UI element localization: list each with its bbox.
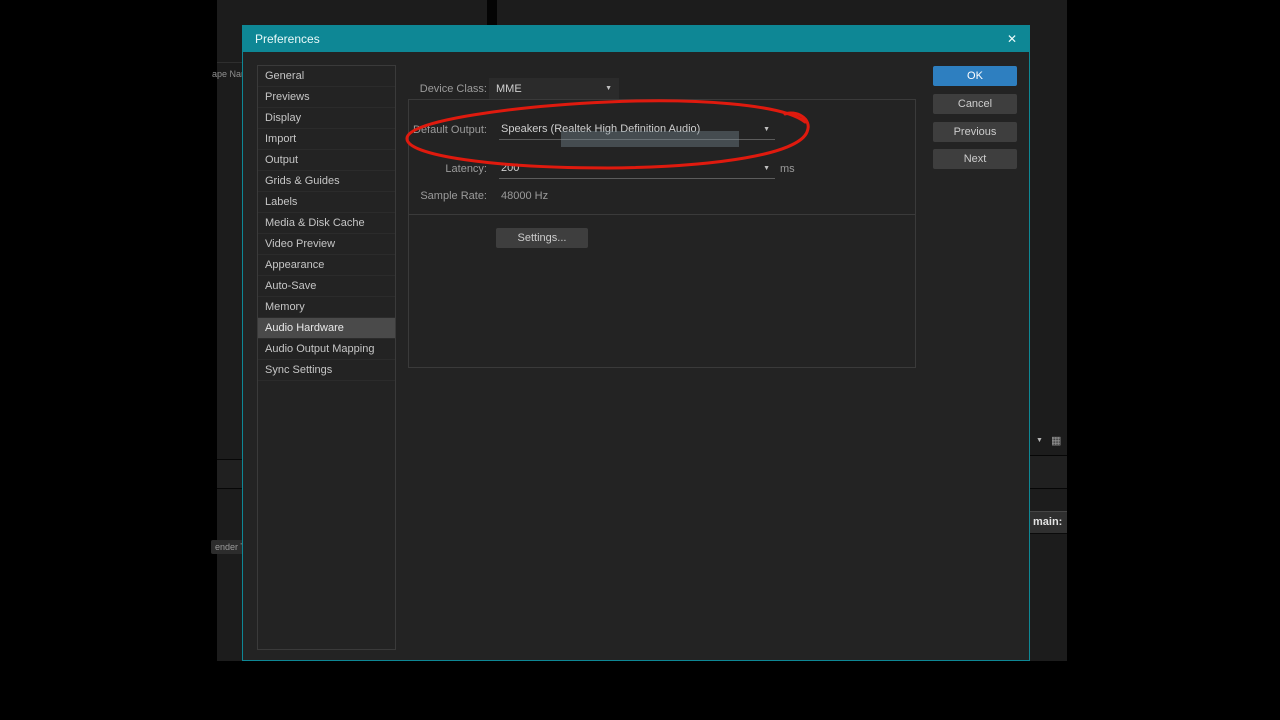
preferences-category-list: General Previews Display Import Output G… (257, 65, 396, 650)
device-class-dropdown[interactable]: MME ▼ (489, 78, 619, 99)
sidebar-item-video-preview[interactable]: Video Preview (258, 234, 395, 255)
sidebar-item-media-disk-cache[interactable]: Media & Disk Cache (258, 213, 395, 234)
sidebar-item-audio-output-mapping[interactable]: Audio Output Mapping (258, 339, 395, 360)
chevron-down-icon[interactable]: ▼ (1036, 437, 1043, 444)
left-panel-row-fragment (217, 459, 242, 489)
section-divider (409, 214, 915, 215)
close-icon[interactable]: ✕ (1007, 32, 1017, 46)
sidebar-item-audio-hardware[interactable]: Audio Hardware (258, 318, 395, 339)
preferences-dialog: Preferences ✕ General Previews Display I… (242, 25, 1030, 661)
device-class-value: MME (496, 82, 522, 95)
latency-label: Latency: (445, 163, 487, 175)
default-output-label: Default Output: (413, 124, 487, 136)
right-panel-text-fragment: main: (1033, 516, 1063, 528)
sidebar-item-appearance[interactable]: Appearance (258, 255, 395, 276)
sidebar-item-sync-settings[interactable]: Sync Settings (258, 360, 395, 381)
chevron-down-icon: ▼ (763, 125, 770, 133)
right-panel-row-fragment (1030, 455, 1067, 489)
sample-rate-label: Sample Rate: (420, 190, 487, 202)
next-button[interactable]: Next (933, 149, 1017, 169)
screen: ape Nam ender T ▼ ▦ main: Preferences ✕ … (0, 0, 1280, 720)
left-panel-divider (217, 62, 242, 63)
chevron-down-icon: ▼ (605, 85, 612, 92)
device-class-label: Device Class: (419, 83, 487, 95)
right-panel-highlight-row: main: (1030, 511, 1067, 534)
dialog-title: Preferences (255, 32, 320, 46)
cancel-button[interactable]: Cancel (933, 94, 1017, 114)
latency-value: 200 (501, 162, 520, 174)
sidebar-item-memory[interactable]: Memory (258, 297, 395, 318)
chevron-down-icon: ▼ (763, 164, 770, 172)
panel-divider (487, 0, 497, 25)
latency-dropdown[interactable]: 200 ▼ (499, 158, 775, 179)
dropdown-highlight-remnant (561, 131, 739, 147)
previous-button[interactable]: Previous (933, 122, 1017, 142)
latency-unit-label: ms (780, 163, 795, 175)
panel-grid-icon[interactable]: ▦ (1051, 434, 1061, 447)
settings-button[interactable]: Settings... (496, 228, 588, 248)
ok-button[interactable]: OK (933, 66, 1017, 86)
sample-rate-value: 48000 Hz (501, 190, 549, 202)
sidebar-item-auto-save[interactable]: Auto-Save (258, 276, 395, 297)
dialog-titlebar[interactable]: Preferences ✕ (243, 26, 1029, 52)
